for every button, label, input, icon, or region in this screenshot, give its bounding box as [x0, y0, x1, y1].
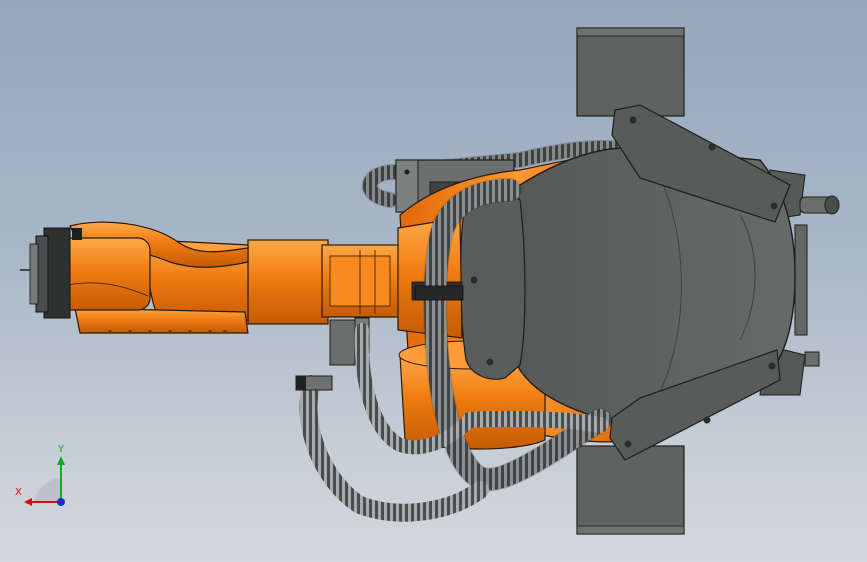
robot-model-view[interactable] — [0, 0, 867, 562]
y-axis-label: Y — [57, 444, 65, 455]
triad-plane-icon — [34, 478, 61, 502]
orientation-triad[interactable]: X Y — [14, 440, 74, 510]
x-axis-label: X — [15, 487, 22, 498]
cable-rear-lower[interactable] — [462, 410, 608, 433]
cad-viewport[interactable]: X Y — [0, 0, 867, 562]
tool-flange[interactable] — [20, 227, 151, 319]
base-plate-top[interactable] — [576, 27, 685, 117]
z-axis-icon — [57, 498, 65, 506]
rear-cover-plate — [794, 224, 808, 336]
shoulder-side-plate[interactable] — [459, 184, 526, 380]
base-plate-bottom[interactable] — [576, 445, 685, 535]
